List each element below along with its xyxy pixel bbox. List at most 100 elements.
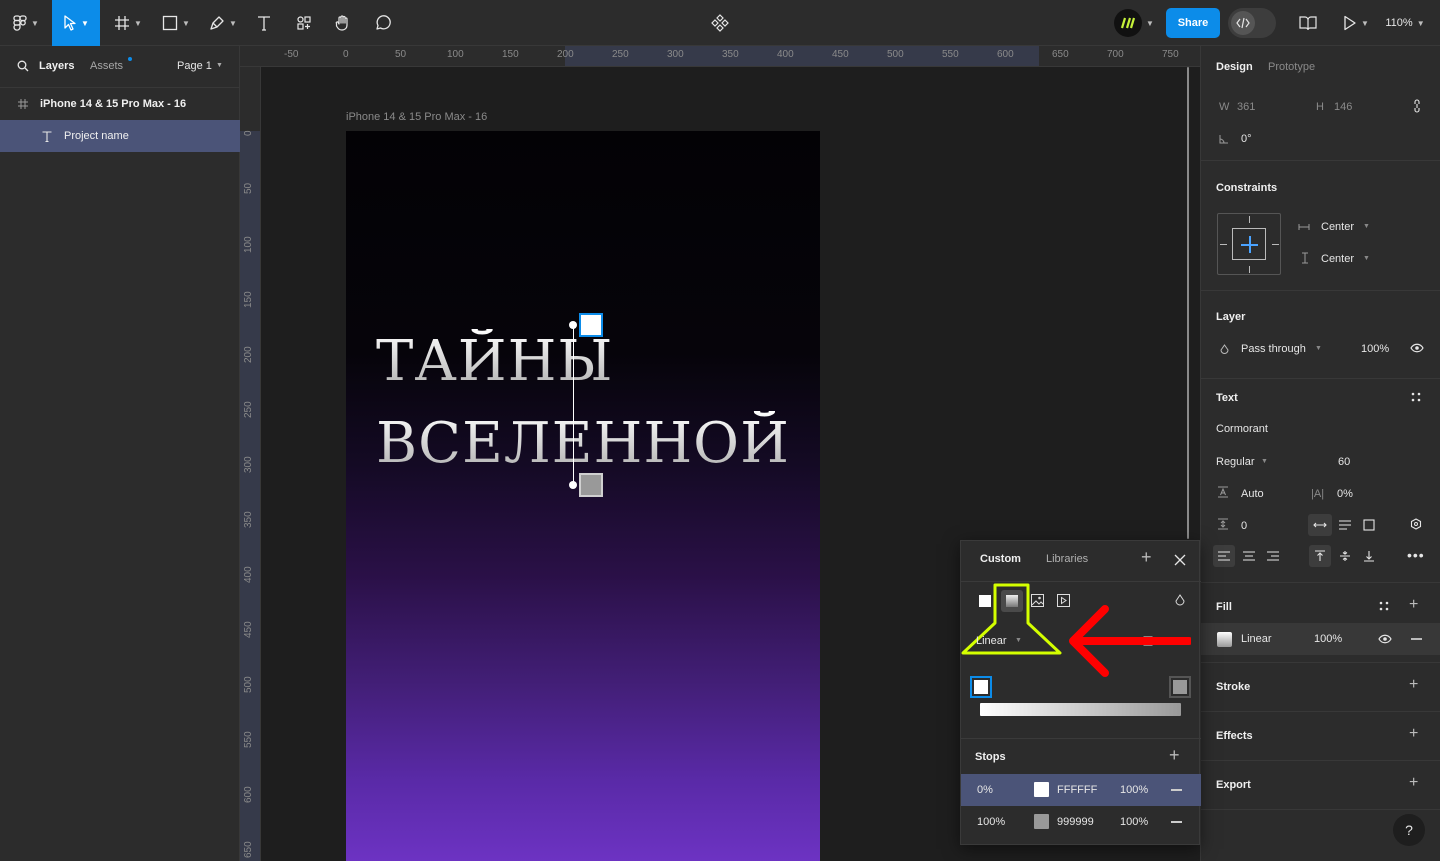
font-weight-select[interactable]: Regular bbox=[1216, 456, 1255, 468]
align-right-icon[interactable] bbox=[1267, 551, 1279, 561]
rotation-input[interactable]: 0° bbox=[1241, 133, 1252, 145]
align-bottom-icon[interactable] bbox=[1363, 550, 1375, 562]
blend-mode-select[interactable]: Pass through bbox=[1241, 343, 1306, 355]
eye-icon[interactable] bbox=[1410, 343, 1424, 353]
more-options-icon[interactable]: ••• bbox=[1407, 547, 1425, 563]
avatar-button[interactable]: ▼ bbox=[1110, 0, 1158, 46]
constraint-left-line[interactable] bbox=[1220, 244, 1227, 245]
frame-label[interactable]: iPhone 14 & 15 Pro Max - 16 bbox=[346, 111, 487, 123]
paragraph-spacing-input[interactable]: 0 bbox=[1241, 520, 1247, 532]
stop-opacity[interactable]: 100% bbox=[1120, 784, 1148, 796]
eye-icon[interactable] bbox=[1378, 634, 1392, 644]
heading-line-1[interactable]: ТАЙНЫ bbox=[376, 329, 614, 394]
constrain-proportions-icon[interactable] bbox=[1412, 98, 1422, 114]
tab-prototype[interactable]: Prototype bbox=[1268, 61, 1315, 73]
gradient-bar[interactable] bbox=[980, 703, 1181, 716]
gradient-handle-start-dot[interactable] bbox=[569, 321, 577, 329]
stop-opacity[interactable]: 100% bbox=[1120, 816, 1148, 828]
move-tool-button[interactable]: ▼ bbox=[52, 0, 100, 46]
zoom-dropdown[interactable]: 110% ▼ bbox=[1380, 0, 1430, 46]
components-button[interactable] bbox=[708, 0, 732, 46]
search-icon[interactable] bbox=[17, 60, 29, 72]
tab-assets[interactable]: Assets bbox=[90, 60, 123, 72]
page-selector[interactable]: Page 1 bbox=[177, 60, 212, 72]
constraint-right-line[interactable] bbox=[1272, 244, 1279, 245]
font-family-select[interactable]: Cormorant bbox=[1216, 423, 1268, 435]
add-stop-icon[interactable]: + bbox=[1169, 745, 1180, 766]
ruler-tick: 250 bbox=[243, 401, 254, 418]
tab-custom[interactable]: Custom bbox=[980, 553, 1021, 565]
line-height-input[interactable]: Auto bbox=[1241, 488, 1264, 500]
close-icon[interactable] bbox=[1174, 554, 1186, 566]
add-effect-icon[interactable]: + bbox=[1409, 725, 1418, 743]
chevron-down-icon: ▼ bbox=[31, 18, 39, 28]
present-button[interactable]: ▼ bbox=[1340, 0, 1372, 46]
tab-design[interactable]: Design bbox=[1216, 61, 1253, 73]
auto-width-button[interactable] bbox=[1308, 514, 1332, 536]
horizontal-constraint-select[interactable]: Center bbox=[1321, 221, 1354, 233]
add-export-icon[interactable]: + bbox=[1409, 774, 1418, 792]
pen-tool-button[interactable]: ▼ bbox=[204, 0, 242, 46]
remove-fill-icon[interactable] bbox=[1411, 638, 1422, 640]
align-left-button[interactable] bbox=[1213, 545, 1235, 567]
add-stroke-icon[interactable]: + bbox=[1409, 676, 1418, 694]
vertical-constraint-select[interactable]: Center bbox=[1321, 253, 1354, 265]
align-center-icon[interactable] bbox=[1243, 551, 1255, 561]
tab-libraries[interactable]: Libraries bbox=[1046, 553, 1088, 565]
remove-stop-icon[interactable] bbox=[1171, 789, 1182, 791]
text-tool-button[interactable] bbox=[252, 0, 276, 46]
dev-mode-toggle[interactable] bbox=[1228, 8, 1276, 38]
heading-line-2[interactable]: ВСЕЛЕННОЙ bbox=[376, 411, 790, 476]
comment-tool-button[interactable] bbox=[370, 0, 396, 46]
main-menu-button[interactable]: ▼ bbox=[8, 0, 44, 46]
share-button[interactable]: Share bbox=[1166, 8, 1220, 38]
gradient-stop-0[interactable] bbox=[970, 676, 992, 698]
fill-opacity[interactable]: 100% bbox=[1314, 633, 1342, 645]
width-input[interactable]: 361 bbox=[1237, 101, 1255, 113]
canvas-scrollbar[interactable] bbox=[1187, 67, 1189, 539]
align-top-button[interactable] bbox=[1309, 545, 1331, 567]
fill-swatch[interactable] bbox=[1217, 632, 1232, 647]
library-button[interactable] bbox=[1296, 0, 1320, 46]
layer-opacity-input[interactable]: 100% bbox=[1361, 343, 1389, 355]
text-settings-icon[interactable] bbox=[1410, 518, 1422, 530]
tab-layers[interactable]: Layers bbox=[39, 60, 74, 72]
fill-type[interactable]: Linear bbox=[1241, 633, 1272, 645]
height-input[interactable]: 146 bbox=[1334, 101, 1352, 113]
stop-row[interactable]: 100% 999999 100% bbox=[961, 806, 1201, 838]
gradient-handle-end-dot[interactable] bbox=[569, 481, 577, 489]
resources-button[interactable] bbox=[292, 0, 316, 46]
stop-row[interactable]: 0% FFFFFF 100% bbox=[961, 774, 1201, 806]
gradient-stop-handle-start[interactable] bbox=[579, 313, 603, 337]
add-style-icon[interactable]: + bbox=[1141, 547, 1152, 568]
gradient-stop-handle-end[interactable] bbox=[579, 473, 603, 497]
remove-stop-icon[interactable] bbox=[1171, 821, 1182, 823]
fixed-size-icon[interactable] bbox=[1363, 519, 1375, 531]
help-button[interactable]: ? bbox=[1393, 814, 1425, 846]
layer-row-text[interactable]: Project name bbox=[0, 120, 240, 152]
constraints-widget[interactable] bbox=[1217, 213, 1281, 275]
stop-hex[interactable]: 999999 bbox=[1057, 816, 1094, 828]
add-fill-icon[interactable]: + bbox=[1409, 596, 1418, 614]
constraint-top-line[interactable] bbox=[1249, 216, 1250, 223]
fill-styles-icon[interactable] bbox=[1379, 601, 1389, 611]
stop-swatch[interactable] bbox=[1034, 782, 1049, 797]
layer-row-frame[interactable]: iPhone 14 & 15 Pro Max - 16 bbox=[0, 88, 240, 120]
text-styles-icon[interactable] bbox=[1411, 392, 1421, 402]
gradient-type-select[interactable]: Linear bbox=[976, 635, 1007, 647]
constraint-bottom-line[interactable] bbox=[1249, 266, 1250, 273]
stop-swatch[interactable] bbox=[1034, 814, 1049, 829]
stop-hex[interactable]: FFFFFF bbox=[1057, 784, 1097, 796]
stop-position[interactable]: 100% bbox=[977, 816, 1005, 828]
constraint-center-v[interactable] bbox=[1249, 236, 1251, 253]
gradient-stop-1[interactable] bbox=[1169, 676, 1191, 698]
shape-tool-button[interactable]: ▼ bbox=[158, 0, 194, 46]
hand-tool-button[interactable] bbox=[330, 0, 356, 46]
fill-row[interactable]: Linear 100% bbox=[1201, 623, 1440, 655]
auto-height-icon[interactable] bbox=[1338, 519, 1352, 531]
letter-spacing-input[interactable]: 0% bbox=[1337, 488, 1353, 500]
align-middle-icon[interactable] bbox=[1339, 550, 1351, 562]
font-size-input[interactable]: 60 bbox=[1338, 456, 1350, 468]
stop-position[interactable]: 0% bbox=[977, 784, 993, 796]
frame-tool-button[interactable]: ▼ bbox=[110, 0, 146, 46]
